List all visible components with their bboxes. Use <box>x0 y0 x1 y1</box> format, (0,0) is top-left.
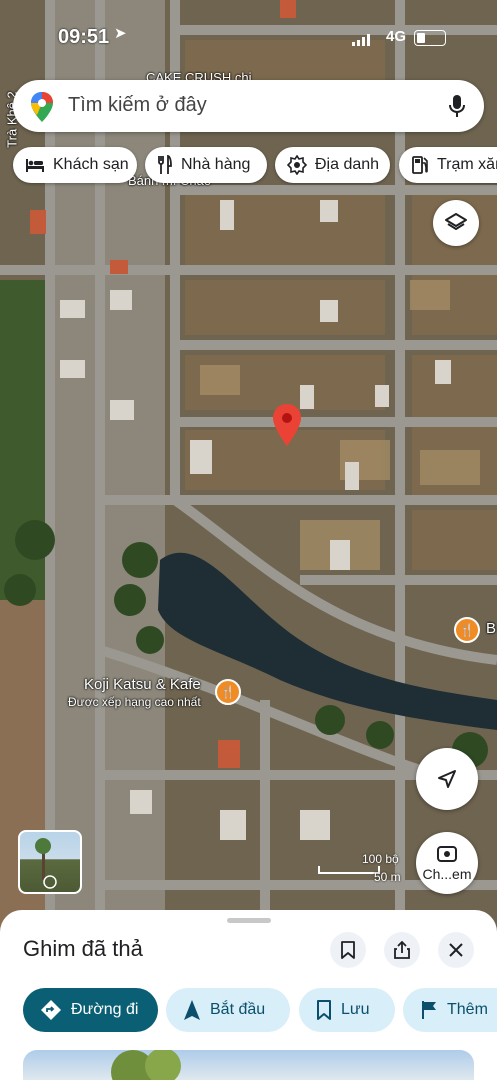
scale-line <box>318 866 380 874</box>
navigation-arrow-icon <box>184 1000 200 1020</box>
layers-icon <box>445 213 467 230</box>
bed-icon <box>26 159 44 172</box>
battery-icon <box>414 30 446 46</box>
restaurant-icon <box>158 155 172 174</box>
microphone-icon[interactable] <box>448 94 466 118</box>
network-type: 4G <box>386 28 407 45</box>
location-arrow-icon: ➤ <box>114 25 127 42</box>
layers-button[interactable] <box>433 200 479 246</box>
search-placeholder[interactable]: Tìm kiếm ở đây <box>68 94 207 117</box>
place-name-right[interactable]: B <box>486 620 496 637</box>
chip-label: Nhà hàng <box>181 156 251 173</box>
chip-landmarks[interactable]: Địa danh <box>275 147 390 183</box>
restaurant-marker-right-icon[interactable]: 🍴 <box>454 617 480 643</box>
chip-gas-stations[interactable]: Trạm xăn <box>399 147 497 183</box>
sheet-title: Ghim đã thả <box>23 936 143 961</box>
share-button[interactable] <box>384 932 420 968</box>
save-button[interactable]: Lưu <box>299 988 395 1032</box>
directions-button[interactable]: Đường đi <box>23 988 158 1032</box>
directions-label: Đường đi <box>71 1001 139 1018</box>
chip-label: Trạm xăn <box>437 156 497 173</box>
place-name[interactable]: Koji Katsu & Kafe <box>84 676 201 693</box>
camera-icon <box>437 846 457 862</box>
status-time: 09:51 <box>58 26 110 48</box>
dropped-pin-icon[interactable] <box>273 404 301 446</box>
close-button[interactable] <box>438 932 474 968</box>
bookmark-icon <box>341 941 355 959</box>
place-photo[interactable] <box>23 1050 474 1080</box>
start-button[interactable]: Bắt đầu <box>166 988 290 1032</box>
satellite-map[interactable]: 09:51 ➤ 4G CAKE CRUSH chi Bánh mì Chảo T… <box>0 0 497 930</box>
gas-station-icon <box>412 156 428 174</box>
chip-restaurants[interactable]: Nhà hàng <box>145 147 267 183</box>
landmark-icon <box>287 155 307 175</box>
street-view-thumbnail[interactable] <box>18 830 82 894</box>
close-icon <box>449 943 463 957</box>
street-view-label: Ch...em <box>422 866 472 882</box>
sheet-drag-handle[interactable] <box>227 918 271 923</box>
bookmark-icon <box>317 1000 331 1020</box>
more-button[interactable]: Thêm <box>403 988 497 1032</box>
restaurant-marker-icon[interactable]: 🍴 <box>215 679 241 705</box>
flag-icon <box>422 1001 436 1019</box>
scale-top-label: 100 bộ <box>362 852 399 866</box>
chip-label: Địa danh <box>315 156 380 173</box>
directions-icon <box>41 1000 61 1020</box>
share-icon <box>394 941 410 959</box>
tree-photo-icon <box>111 1050 181 1080</box>
tree-icon <box>35 838 57 889</box>
google-maps-logo-icon <box>31 92 53 122</box>
place-subtitle: Được xếp hạng cao nhất <box>68 695 201 709</box>
signal-icon <box>352 34 370 46</box>
start-label: Bắt đầu <box>210 1001 266 1018</box>
save-icon-button[interactable] <box>330 932 366 968</box>
street-view-button[interactable]: Ch...em <box>416 832 478 894</box>
my-location-button[interactable] <box>416 748 478 810</box>
more-label: Thêm <box>447 1001 488 1018</box>
chip-label: Khách sạn <box>53 156 129 173</box>
scale-bottom-label: 50 m <box>374 870 401 884</box>
chip-hotels[interactable]: Khách sạn <box>13 147 137 183</box>
navigation-icon <box>438 770 456 788</box>
status-bar: 09:51 ➤ 4G <box>0 22 497 52</box>
search-bar[interactable]: Tìm kiếm ở đây <box>13 80 484 132</box>
save-label: Lưu <box>341 1001 370 1018</box>
